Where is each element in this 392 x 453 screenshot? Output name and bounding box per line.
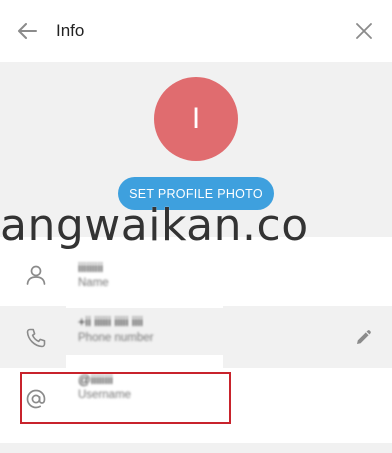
separator-bar [66, 355, 223, 369]
bottom-divider [0, 443, 392, 453]
name-value: iiiiiiiii [78, 261, 103, 275]
avatar-letter: I [191, 102, 201, 135]
separator-bar [66, 298, 223, 308]
name-row[interactable]: iiiiiiiii Name [0, 244, 392, 306]
pencil-icon[interactable] [354, 327, 374, 347]
avatar[interactable]: I [154, 77, 238, 161]
header-bar: Info [0, 0, 392, 62]
page-title: Info [56, 21, 85, 40]
phone-label: Phone number [78, 332, 154, 344]
phone-value: +ii iiiiii iiiii iiii [78, 315, 143, 329]
close-icon[interactable] [354, 21, 374, 41]
name-label: Name [78, 277, 109, 289]
phone-icon [24, 326, 48, 350]
user-icon [24, 263, 48, 287]
highlight-box [20, 372, 231, 424]
back-arrow-icon[interactable] [16, 20, 38, 42]
